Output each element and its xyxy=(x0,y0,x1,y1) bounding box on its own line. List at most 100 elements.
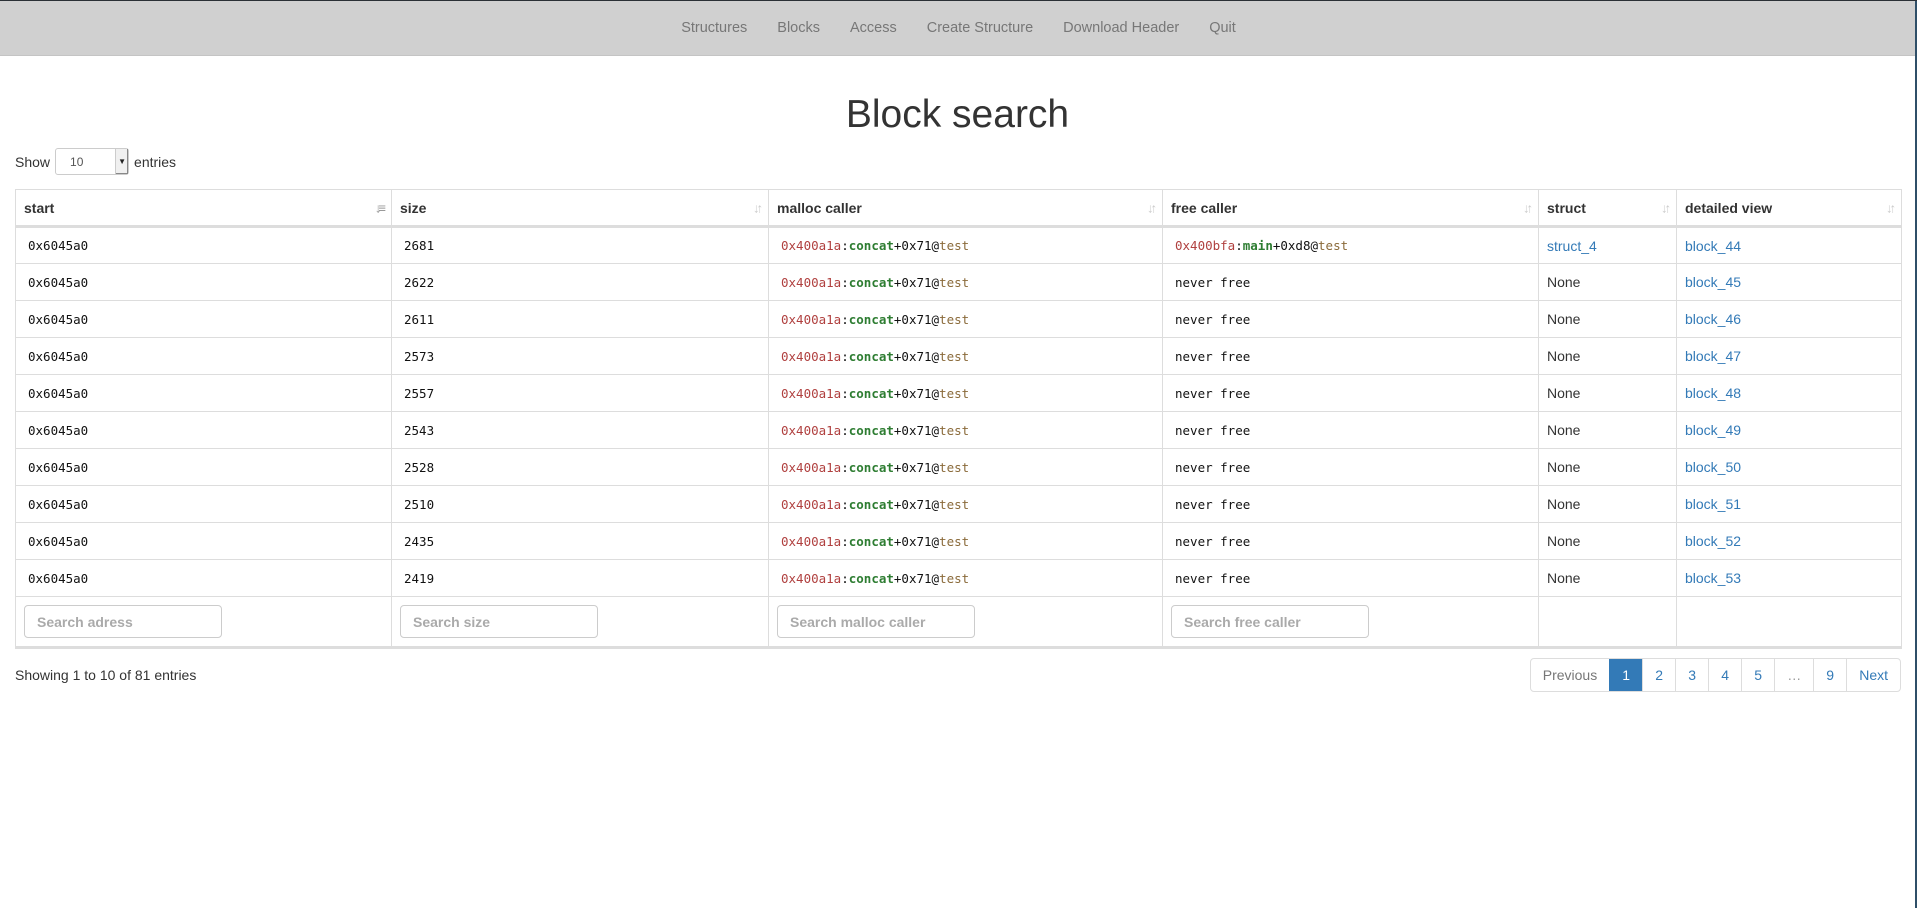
separator: : xyxy=(841,348,849,364)
detailed-view-link[interactable]: block_46 xyxy=(1685,311,1741,327)
caller-module: test xyxy=(939,311,970,327)
cell-free-caller: never free xyxy=(1162,448,1539,486)
column-header-struct[interactable]: struct ↓↑ xyxy=(1538,189,1677,228)
top-navbar: Structures Blocks Access Create Structur… xyxy=(0,1,1917,56)
pagination-page[interactable]: 9 xyxy=(1813,659,1846,691)
detailed-view-link[interactable]: block_53 xyxy=(1685,570,1741,586)
sort-ascending-icon[interactable]: ↓≡ xyxy=(375,200,386,215)
separator: @ xyxy=(931,348,940,364)
cell-detailed-view: block_49 xyxy=(1676,411,1902,449)
cell-start: 0x6045a0 xyxy=(15,559,392,597)
caller-address: 0x400a1a xyxy=(781,496,842,512)
nav-create-structure[interactable]: Create Structure xyxy=(912,1,1048,56)
table-row: 0x6045a0 2611 0x400a1a:concat+0x71@test nev… xyxy=(15,300,1902,338)
cell-size: 2611 xyxy=(391,300,769,338)
pagination-page[interactable]: 3 xyxy=(1675,659,1708,691)
entries-per-page-select[interactable]: 10 ▼ xyxy=(55,148,130,175)
cell-detailed-view: block_45 xyxy=(1676,263,1902,301)
caller-address: 0x400a1a xyxy=(781,533,842,549)
caller-module: test xyxy=(939,459,970,475)
cell-free-caller: never free xyxy=(1162,485,1539,523)
cell-start: 0x6045a0 xyxy=(15,374,392,412)
caller-offset: +0x71 xyxy=(893,496,932,512)
detailed-view-link[interactable]: block_47 xyxy=(1685,348,1741,364)
separator: : xyxy=(841,274,849,290)
cell-struct: None xyxy=(1538,559,1677,597)
search-malloc-caller-input[interactable] xyxy=(777,605,975,638)
caller-offset: +0x71 xyxy=(893,274,932,290)
cell-size: 2622 xyxy=(391,263,769,301)
column-header-label: free caller xyxy=(1171,199,1238,216)
cell-start: 0x6045a0 xyxy=(15,300,392,338)
search-size-input[interactable] xyxy=(400,605,598,638)
separator: : xyxy=(1235,238,1243,253)
column-header-free-caller[interactable]: free caller ↓↑ xyxy=(1162,189,1539,228)
column-header-label: malloc caller xyxy=(777,199,862,216)
column-header-size[interactable]: size ↓↑ xyxy=(391,189,769,228)
cell-free-caller: never free xyxy=(1162,522,1539,560)
caller-function: concat xyxy=(848,348,894,364)
sort-both-icon[interactable]: ↓↑ xyxy=(753,200,763,215)
caller-address: 0x400a1a xyxy=(781,348,842,364)
cell-malloc-caller: 0x400a1a:concat+0x71@test xyxy=(768,559,1163,597)
search-cell-size xyxy=(391,596,769,649)
column-header-start[interactable]: start ↓≡ xyxy=(15,189,392,228)
caller-function: concat xyxy=(848,533,894,549)
separator: @ xyxy=(931,422,940,438)
pagination-page[interactable]: 5 xyxy=(1741,659,1774,691)
sort-both-icon[interactable]: ↓↑ xyxy=(1147,200,1157,215)
detailed-view-link[interactable]: block_50 xyxy=(1685,459,1741,475)
search-address-input[interactable] xyxy=(24,605,222,638)
separator: : xyxy=(841,311,849,327)
cell-start: 0x6045a0 xyxy=(15,226,392,264)
cell-struct: None xyxy=(1538,522,1677,560)
nav-download-header[interactable]: Download Header xyxy=(1048,1,1194,56)
pagination-page[interactable]: 2 xyxy=(1642,659,1675,691)
search-cell-free xyxy=(1162,596,1539,649)
search-cell-malloc xyxy=(768,596,1163,649)
sort-both-icon[interactable]: ↓↑ xyxy=(1661,200,1671,215)
caller-module: test xyxy=(939,238,970,253)
pagination-ellipsis: … xyxy=(1774,659,1813,691)
cell-malloc-caller: 0x400a1a:concat+0x71@test xyxy=(768,226,1163,264)
column-header-label: detailed view xyxy=(1685,199,1773,216)
separator: @ xyxy=(931,238,940,253)
cell-malloc-caller: 0x400a1a:concat+0x71@test xyxy=(768,485,1163,523)
cell-detailed-view: block_46 xyxy=(1676,300,1902,338)
detailed-view-link[interactable]: block_51 xyxy=(1685,496,1741,512)
search-free-caller-input[interactable] xyxy=(1171,605,1369,638)
nav-access[interactable]: Access xyxy=(835,1,912,56)
pagination-previous[interactable]: Previous xyxy=(1531,659,1609,691)
sort-both-icon[interactable]: ↓↑ xyxy=(1523,200,1533,215)
caller-module: test xyxy=(939,348,970,364)
cell-malloc-caller: 0x400a1a:concat+0x71@test xyxy=(768,300,1163,338)
detailed-view-link[interactable]: block_45 xyxy=(1685,274,1741,290)
sort-both-icon[interactable]: ↓↑ xyxy=(1886,200,1896,215)
cell-malloc-caller: 0x400a1a:concat+0x71@test xyxy=(768,374,1163,412)
separator: : xyxy=(841,533,849,549)
detailed-view-link[interactable]: block_49 xyxy=(1685,422,1741,438)
cell-size: 2419 xyxy=(391,559,769,597)
separator: @ xyxy=(931,385,940,401)
table-row: 0x6045a0 2543 0x400a1a:concat+0x71@test nev… xyxy=(15,411,1902,449)
caller-offset: +0x71 xyxy=(893,459,932,475)
show-label: Show xyxy=(15,153,51,170)
cell-detailed-view: block_44 xyxy=(1676,226,1902,264)
detailed-view-link[interactable]: block_44 xyxy=(1685,238,1741,254)
pagination-page[interactable]: 4 xyxy=(1708,659,1741,691)
struct-link[interactable]: struct_4 xyxy=(1547,238,1597,254)
nav-structures[interactable]: Structures xyxy=(666,1,762,56)
detailed-view-link[interactable]: block_52 xyxy=(1685,533,1741,549)
cell-detailed-view: block_47 xyxy=(1676,337,1902,375)
table-row: 0x6045a0 2528 0x400a1a:concat+0x71@test nev… xyxy=(15,448,1902,486)
cell-malloc-caller: 0x400a1a:concat+0x71@test xyxy=(768,411,1163,449)
column-header-malloc-caller[interactable]: malloc caller ↓↑ xyxy=(768,189,1163,228)
column-header-detailed-view[interactable]: detailed view ↓↑ xyxy=(1676,189,1902,228)
nav-quit[interactable]: Quit xyxy=(1194,1,1251,56)
pagination-next[interactable]: Next xyxy=(1846,659,1900,691)
pagination-page[interactable]: 1 xyxy=(1609,659,1643,691)
nav-blocks[interactable]: Blocks xyxy=(762,1,835,56)
cell-malloc-caller: 0x400a1a:concat+0x71@test xyxy=(768,337,1163,375)
detailed-view-link[interactable]: block_48 xyxy=(1685,385,1741,401)
caller-function: concat xyxy=(848,274,894,290)
